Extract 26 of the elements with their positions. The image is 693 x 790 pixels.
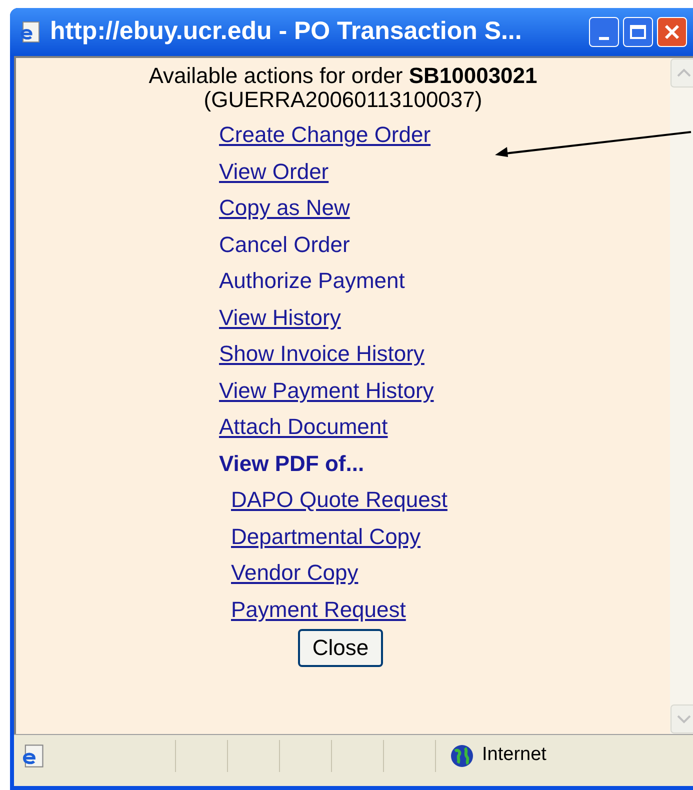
- action-link[interactable]: Show Invoice History: [219, 341, 424, 367]
- action-link[interactable]: Create Change Order: [219, 122, 431, 148]
- action-link[interactable]: Copy as New: [219, 195, 350, 221]
- action-link[interactable]: Attach Document: [219, 414, 388, 440]
- order-heading: Available actions for order SB10003021: [148, 64, 538, 88]
- window-title: http://ebuy.ucr.edu - PO Transaction S...: [50, 16, 522, 48]
- security-zone-label: Internet: [482, 743, 546, 768]
- action-link[interactable]: Vendor Copy: [231, 560, 358, 586]
- action-link[interactable]: Departmental Copy: [231, 524, 421, 550]
- minimize-button[interactable]: [589, 17, 619, 47]
- close-icon: [664, 24, 680, 40]
- browser-page-icon: [20, 742, 46, 768]
- action-link[interactable]: Payment Request: [231, 596, 406, 622]
- order-reference: (GUERRA20060113100037): [204, 88, 482, 112]
- action-link[interactable]: View Payment History: [219, 378, 434, 404]
- action-text: Authorize Payment: [219, 268, 405, 294]
- globe-icon: [450, 744, 474, 768]
- action-link[interactable]: View Order: [219, 158, 329, 184]
- browser-page-icon: [18, 20, 42, 44]
- section-heading: View PDF of...: [219, 450, 364, 476]
- action-link[interactable]: View History: [219, 304, 341, 330]
- close-button[interactable]: Close: [298, 628, 383, 666]
- action-text: Cancel Order: [219, 232, 350, 258]
- maximize-button[interactable]: [623, 17, 653, 47]
- action-link[interactable]: DAPO Quote Request: [231, 487, 448, 513]
- close-window-button[interactable]: [657, 17, 687, 47]
